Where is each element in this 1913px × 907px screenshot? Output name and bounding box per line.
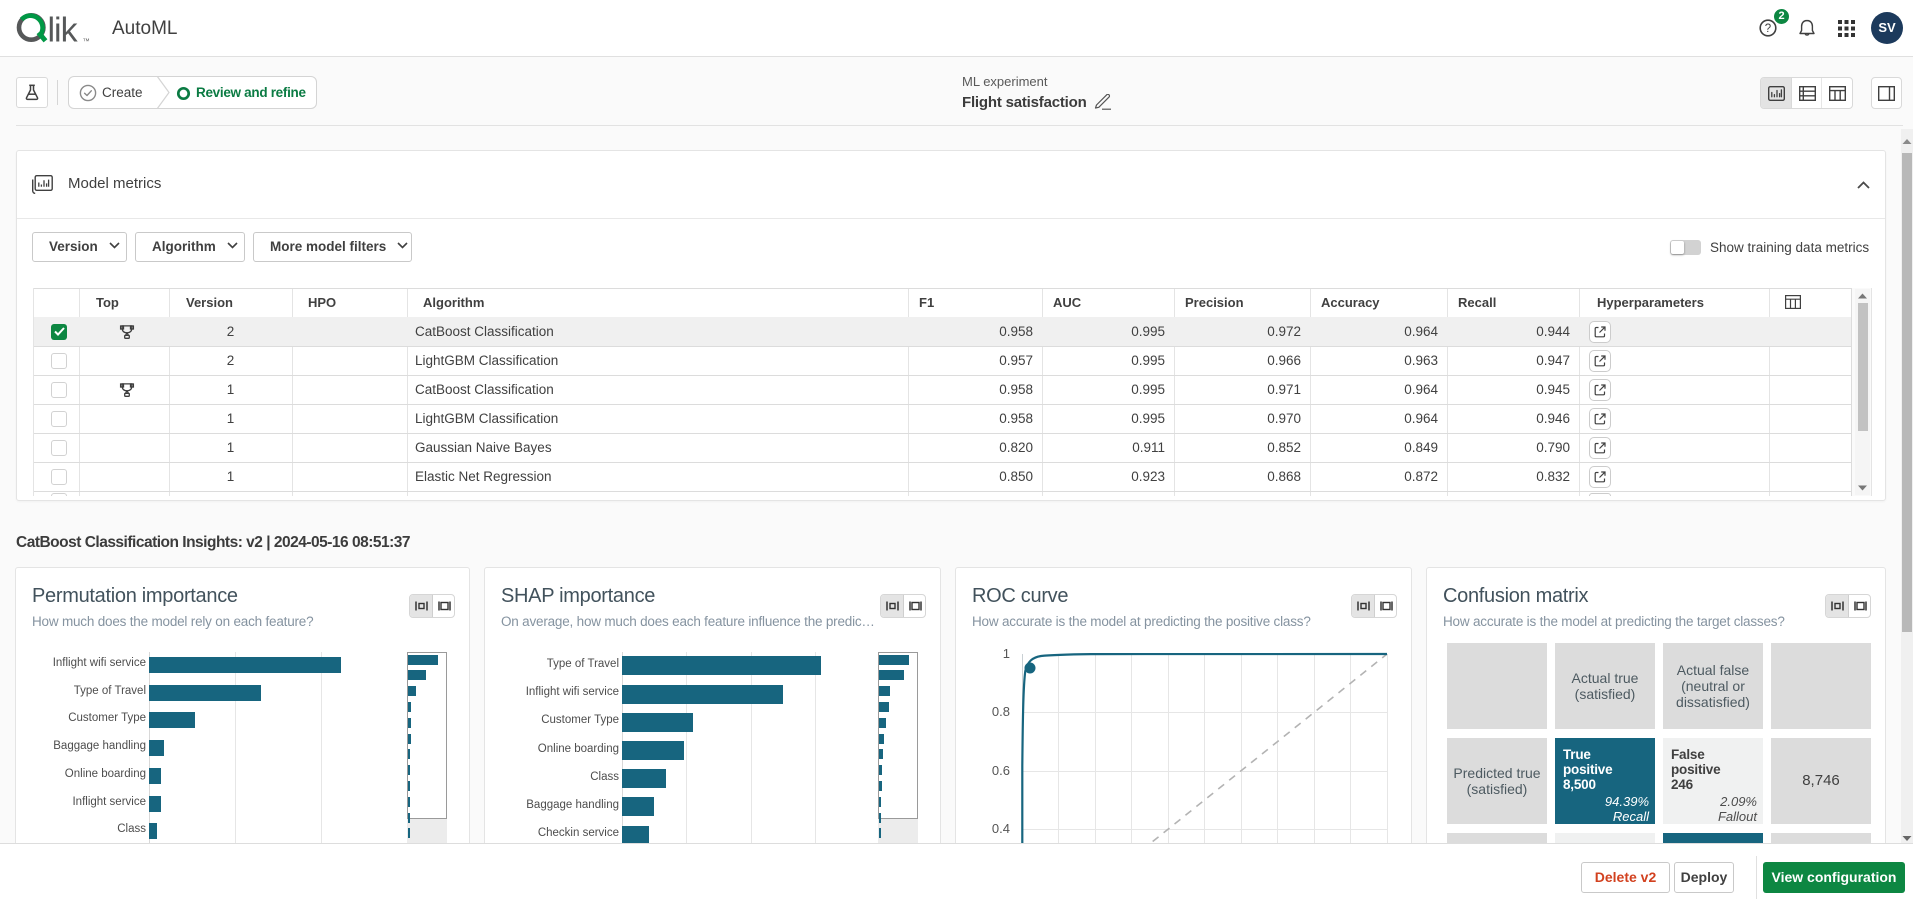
svg-text:lik: lik — [48, 12, 79, 48]
svg-text:?: ? — [1765, 23, 1771, 35]
svg-text:™: ™ — [83, 37, 91, 46]
